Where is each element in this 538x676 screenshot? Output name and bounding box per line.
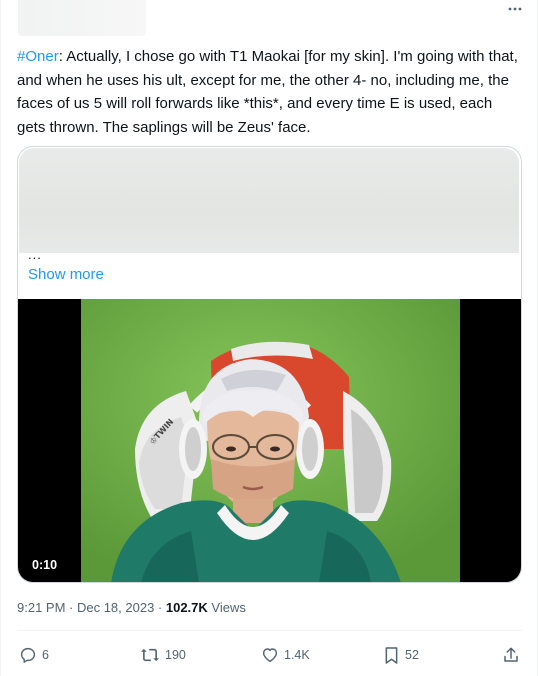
timestamp[interactable]: 9:21 PM · Dec 18, 2023 · [17,600,166,615]
hashtag-link[interactable]: #Oner [17,48,59,65]
more-horizontal-icon [508,7,522,11]
video-still-image: ♔TWIN [81,299,460,582]
like-count: 1.4K [284,648,310,662]
repost-icon [141,648,159,662]
share-icon [504,647,518,662]
action-bar: 6 190 1.4K 52 [0,643,538,667]
views-count: 102.7K [165,600,208,615]
reply-count: 6 [42,648,49,662]
blurred-quoted-content [19,148,519,253]
tweet-body: #Oner: Actually, I chose go with T1 Maok… [17,45,522,139]
like-button[interactable]: 1.4K [261,643,310,667]
truncation-ellipsis: ... [28,247,42,262]
views-label: Views [207,600,246,615]
actions-divider [17,630,522,631]
heart-icon [262,648,278,663]
bookmark-icon [385,646,398,664]
quoted-post-card[interactable]: ... Show more ♔TWIN 0:10 [17,146,522,583]
reply-icon [20,647,36,663]
repost-button[interactable]: 190 [140,643,186,667]
video-frame: ♔TWIN [81,299,460,582]
blurred-author-header [18,0,146,36]
repost-count: 190 [165,648,186,662]
tweet-meta: 9:21 PM · Dec 18, 2023 · 102.7K Views [17,600,246,615]
frame-border-left [0,0,1,676]
video-player[interactable]: ♔TWIN 0:10 [18,299,521,582]
tweet-text: : Actually, I chose go with T1 Maokai [f… [17,48,518,136]
share-button[interactable] [502,643,520,667]
reply-button[interactable]: 6 [19,643,49,667]
bookmark-count: 52 [405,648,419,662]
more-options-button[interactable] [502,0,528,18]
show-more-link[interactable]: Show more [28,266,104,283]
video-duration-badge: 0:10 [26,556,64,574]
bookmark-button[interactable]: 52 [383,643,419,667]
